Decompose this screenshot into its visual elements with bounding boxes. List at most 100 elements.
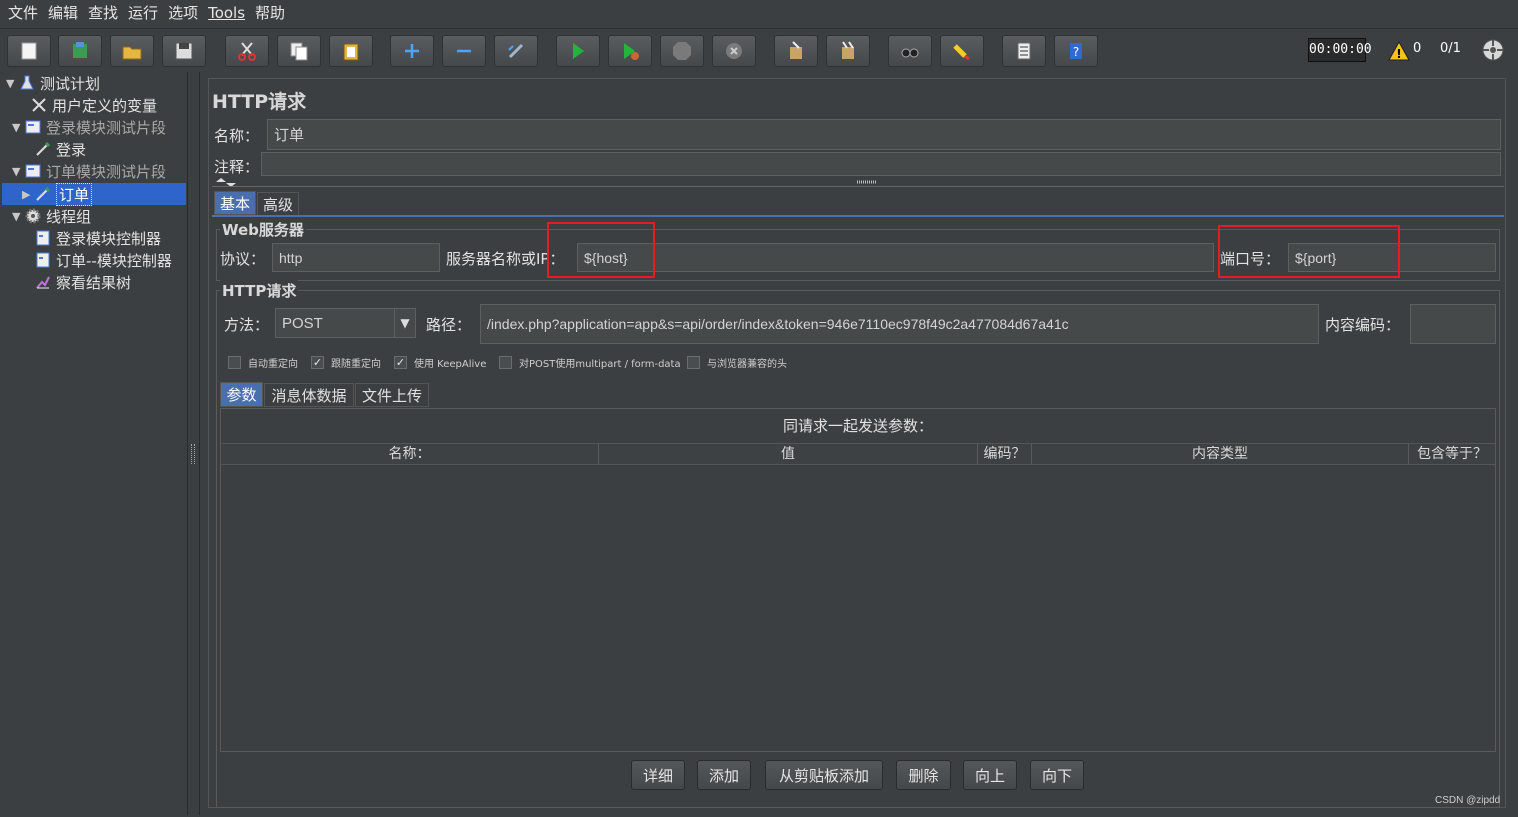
- collapse-icon: [457, 49, 471, 53]
- tree-item-test-plan[interactable]: ▼ 测试计划: [6, 72, 100, 94]
- tree-item-label: 察看结果树: [56, 273, 132, 292]
- page-title: HTTP请求: [212, 91, 307, 113]
- menu-search[interactable]: 查找: [86, 1, 126, 25]
- move-up-button[interactable]: 向上: [963, 760, 1017, 790]
- tab-parameters[interactable]: 参数: [220, 382, 263, 407]
- delete-button[interactable]: 删除: [896, 760, 951, 790]
- expand-button[interactable]: [390, 35, 434, 67]
- controller-icon: [34, 229, 52, 247]
- checkbox-box[interactable]: [228, 356, 241, 369]
- server-input[interactable]: ${host}: [577, 243, 1214, 272]
- stop-button[interactable]: [660, 35, 704, 67]
- tree-item-label: 用户定义的变量: [52, 96, 158, 115]
- tab-advanced[interactable]: 高级: [257, 192, 299, 216]
- column-header-name[interactable]: 名称：: [221, 444, 599, 464]
- warning-icon[interactable]: !: [1388, 41, 1410, 61]
- expand-arrow-icon[interactable]: ▶: [22, 188, 34, 201]
- column-header-encode[interactable]: 编码？: [978, 444, 1032, 464]
- toggle-button[interactable]: [494, 35, 538, 67]
- expand-arrow-icon[interactable]: ▼: [12, 210, 24, 223]
- menu-help[interactable]: 帮助: [253, 1, 293, 25]
- menu-run[interactable]: 运行: [126, 1, 166, 25]
- collapse-button[interactable]: [442, 35, 486, 67]
- browser-headers-checkbox[interactable]: 与浏览器兼容的头: [687, 355, 787, 370]
- move-down-button[interactable]: 向下: [1030, 760, 1084, 790]
- save-button[interactable]: [162, 35, 206, 67]
- name-input[interactable]: 订单: [267, 119, 1501, 150]
- start-button[interactable]: [556, 35, 600, 67]
- expand-arrow-icon[interactable]: ▼: [12, 121, 24, 134]
- keepalive-checkbox[interactable]: ✓ 使用 KeepAlive: [394, 355, 486, 370]
- highlight-box-port: [1218, 225, 1400, 278]
- search-button[interactable]: [888, 35, 932, 67]
- column-header-value[interactable]: 值: [599, 444, 978, 464]
- tab-basic[interactable]: 基本: [214, 191, 256, 215]
- cut-button[interactable]: [225, 35, 269, 67]
- menu-edit[interactable]: 编辑: [46, 1, 86, 25]
- tree-item-label: 线程组: [46, 207, 92, 226]
- checkbox-box[interactable]: [499, 356, 512, 369]
- new-button[interactable]: [7, 35, 51, 67]
- web-server-title: Web服务器: [220, 219, 306, 240]
- checkmark-icon[interactable]: ✓: [311, 356, 324, 369]
- shutdown-button[interactable]: [712, 35, 756, 67]
- add-from-clipboard-button[interactable]: 从剪贴板添加: [765, 760, 883, 790]
- open-button[interactable]: [110, 35, 154, 67]
- menu-tools[interactable]: Tools: [206, 1, 253, 25]
- expand-arrow-icon[interactable]: ▼: [6, 77, 18, 90]
- divider-grip-icon[interactable]: [191, 444, 195, 464]
- path-input[interactable]: /index.php?application=app&s=api/order/i…: [480, 304, 1319, 344]
- tree-item-results-tree[interactable]: 察看结果树: [22, 271, 131, 293]
- menu-options[interactable]: 选项: [166, 1, 206, 25]
- paste-button[interactable]: [329, 35, 373, 67]
- tree-item-user-variables[interactable]: 用户定义的变量: [18, 94, 157, 116]
- tree-item-order-fragment[interactable]: ▼ 订单模块测试片段: [12, 160, 166, 182]
- tree-item-order-controller[interactable]: 订单--模块控制器: [22, 249, 172, 271]
- help-button[interactable]: ?: [1054, 35, 1098, 67]
- content-encoding-input[interactable]: [1410, 304, 1496, 344]
- copy-icon: [290, 42, 308, 61]
- multipart-checkbox[interactable]: 对POST使用multipart / form-data: [499, 355, 681, 370]
- table-header: 名称： 值 编码？ 内容类型 包含等于？: [221, 443, 1495, 465]
- tab-body-data[interactable]: 消息体数据: [264, 383, 354, 407]
- expand-arrow-icon[interactable]: ▼: [12, 165, 24, 178]
- flask-icon: [18, 74, 36, 92]
- tree-item-label: 登录: [56, 140, 87, 159]
- tree-item-thread-group[interactable]: ▼ 线程组: [12, 205, 91, 227]
- follow-redirect-checkbox[interactable]: ✓ 跟随重定向: [311, 355, 381, 370]
- tree-item-order[interactable]: ▶ 订单: [22, 182, 93, 206]
- search-icon: [901, 48, 919, 58]
- function-helper-button[interactable]: [1002, 35, 1046, 67]
- checkmark-icon[interactable]: ✓: [394, 356, 407, 369]
- clear-button[interactable]: [774, 35, 818, 67]
- new-icon: [21, 42, 37, 60]
- resize-grip-icon[interactable]: [856, 179, 878, 185]
- watermark: CSDN @zipdd: [1435, 795, 1501, 806]
- column-header-content-type[interactable]: 内容类型: [1032, 444, 1409, 464]
- menu-file[interactable]: 文件: [6, 1, 46, 25]
- start-no-pause-button[interactable]: [608, 35, 652, 67]
- protocol-input[interactable]: http: [272, 243, 440, 272]
- detail-button[interactable]: 详细: [631, 760, 685, 790]
- auto-redirect-checkbox[interactable]: 自动重定向: [228, 355, 298, 370]
- remote-globe-icon[interactable]: [1481, 38, 1505, 62]
- checkbox-box[interactable]: [687, 356, 700, 369]
- active-threads-count: 0/1: [1440, 41, 1461, 56]
- wrench-icon: [30, 96, 48, 114]
- tree-item-login-fragment[interactable]: ▼ 登录模块测试片段: [12, 116, 166, 138]
- chevron-down-icon[interactable]: ▼: [394, 309, 415, 337]
- tree-item-login[interactable]: 登录: [22, 138, 86, 160]
- clear-all-button[interactable]: [826, 35, 870, 67]
- templates-button[interactable]: [58, 35, 102, 67]
- copy-button[interactable]: [277, 35, 321, 67]
- tab-file-upload[interactable]: 文件上传: [355, 383, 429, 407]
- tree-item-login-controller[interactable]: 登录模块控制器: [22, 227, 161, 249]
- fragment-icon: [24, 162, 42, 180]
- start-icon: [573, 43, 584, 59]
- parameters-caption: 同请求一起发送参数：: [782, 417, 933, 435]
- path-label: 路径：: [426, 316, 472, 334]
- comment-input[interactable]: [261, 152, 1501, 176]
- add-button[interactable]: 添加: [697, 760, 751, 790]
- reset-search-button[interactable]: [940, 35, 984, 67]
- column-header-include-equals[interactable]: 包含等于？: [1409, 444, 1495, 464]
